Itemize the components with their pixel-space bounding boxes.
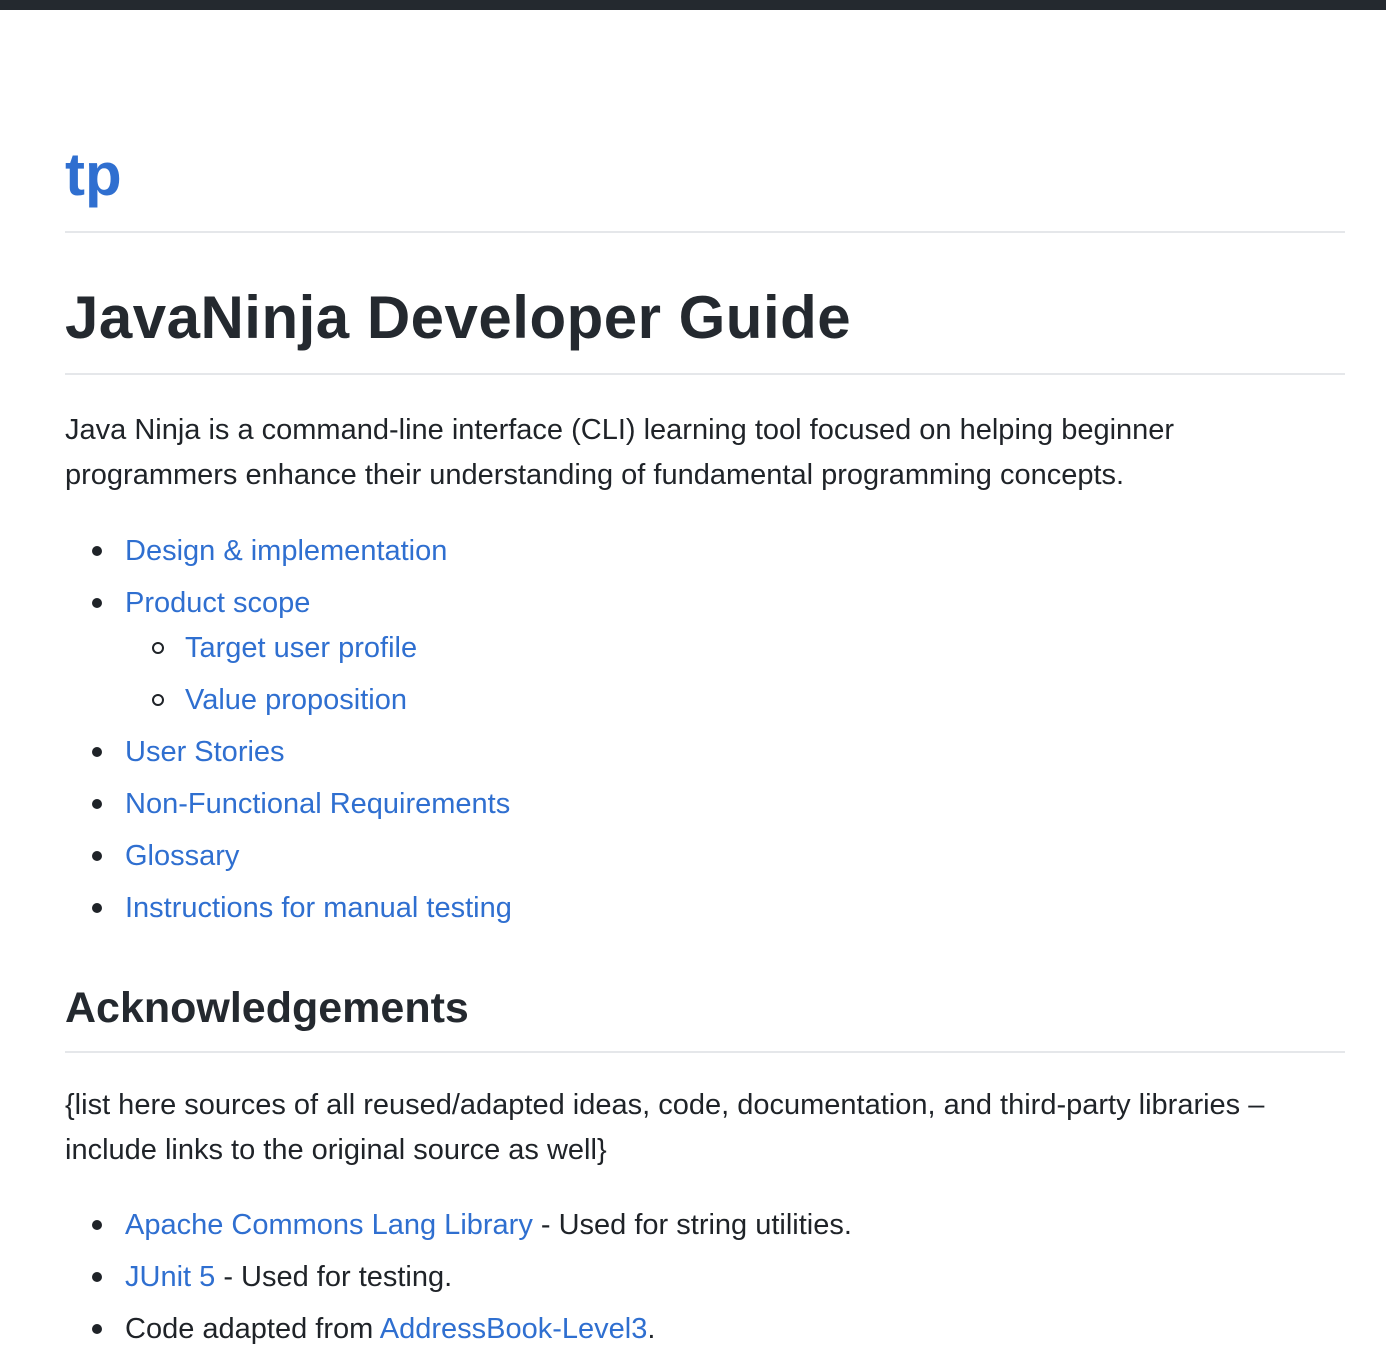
- toc-item-target-user-profile: Target user profile: [125, 622, 1345, 674]
- bullet-icon: [92, 546, 102, 556]
- bullet-icon: [92, 598, 102, 608]
- intro-paragraph: Java Ninja is a command-line interface (…: [65, 414, 1175, 491]
- toc-link-glossary[interactable]: Glossary: [125, 840, 239, 872]
- ack-item-addressbook: Code adapted from AddressBook-Level3.: [65, 1303, 1345, 1354]
- bullet-icon: [92, 1220, 102, 1230]
- toc-link-non-functional-requirements[interactable]: Non-Functional Requirements: [125, 788, 510, 820]
- ack-item-apache-commons: Apache Commons Lang Library - Used for s…: [65, 1199, 1345, 1251]
- toc-link-product-scope[interactable]: Product scope: [125, 587, 310, 619]
- toc-item-user-stories: User Stories: [65, 726, 1345, 778]
- ack-item-prefix: Code adapted from: [125, 1313, 380, 1345]
- bullet-icon: [92, 851, 102, 861]
- ack-item-suffix: .: [647, 1313, 656, 1345]
- toc-item-product-scope: Product scope Target user profile Value …: [65, 577, 1345, 726]
- toc-link-user-stories[interactable]: User Stories: [125, 736, 285, 768]
- toc-link-design-implementation[interactable]: Design & implementation: [125, 535, 447, 567]
- toc-item-manual-testing: Instructions for manual testing: [65, 882, 1345, 934]
- acknowledgements-list: Apache Commons Lang Library - Used for s…: [65, 1199, 1345, 1354]
- bullet-icon: [92, 747, 102, 757]
- hollow-bullet-icon: [152, 694, 164, 706]
- acknowledgements-heading: Acknowledgements: [65, 979, 1345, 1053]
- ack-item-suffix: - Used for string utilities.: [532, 1209, 852, 1241]
- ack-item-suffix: - Used for testing.: [215, 1261, 453, 1293]
- toc-item-glossary: Glossary: [65, 830, 1345, 882]
- toc-link-manual-testing[interactable]: Instructions for manual testing: [125, 892, 512, 924]
- toc-sublist-product-scope: Target user profile Value proposition: [125, 622, 1345, 726]
- bullet-icon: [92, 903, 102, 913]
- table-of-contents: Design & implementation Product scope Ta…: [65, 525, 1345, 934]
- ack-item-junit: JUnit 5 - Used for testing.: [65, 1251, 1345, 1303]
- bullet-icon: [92, 1272, 102, 1282]
- hollow-bullet-icon: [152, 642, 164, 654]
- ack-link-junit[interactable]: JUnit 5: [125, 1261, 215, 1293]
- site-header: tp: [65, 10, 1345, 233]
- acknowledgements-paragraph: {list here sources of all reused/adapted…: [65, 1089, 1265, 1166]
- ack-link-addressbook[interactable]: AddressBook-Level3: [380, 1313, 648, 1345]
- browser-top-bar: [0, 0, 1386, 10]
- bullet-icon: [92, 799, 102, 809]
- toc-item-design-implementation: Design & implementation: [65, 525, 1345, 577]
- page-title: JavaNinja Developer Guide: [65, 283, 1345, 375]
- toc-link-value-proposition[interactable]: Value proposition: [185, 684, 407, 716]
- main-content: tp JavaNinja Developer Guide Java Ninja …: [65, 10, 1345, 1354]
- toc-item-non-functional-requirements: Non-Functional Requirements: [65, 778, 1345, 830]
- site-title-link[interactable]: tp: [65, 145, 122, 205]
- bullet-icon: [92, 1324, 102, 1334]
- ack-link-apache-commons[interactable]: Apache Commons Lang Library: [125, 1209, 533, 1241]
- toc-link-target-user-profile[interactable]: Target user profile: [185, 632, 417, 664]
- toc-item-value-proposition: Value proposition: [125, 674, 1345, 726]
